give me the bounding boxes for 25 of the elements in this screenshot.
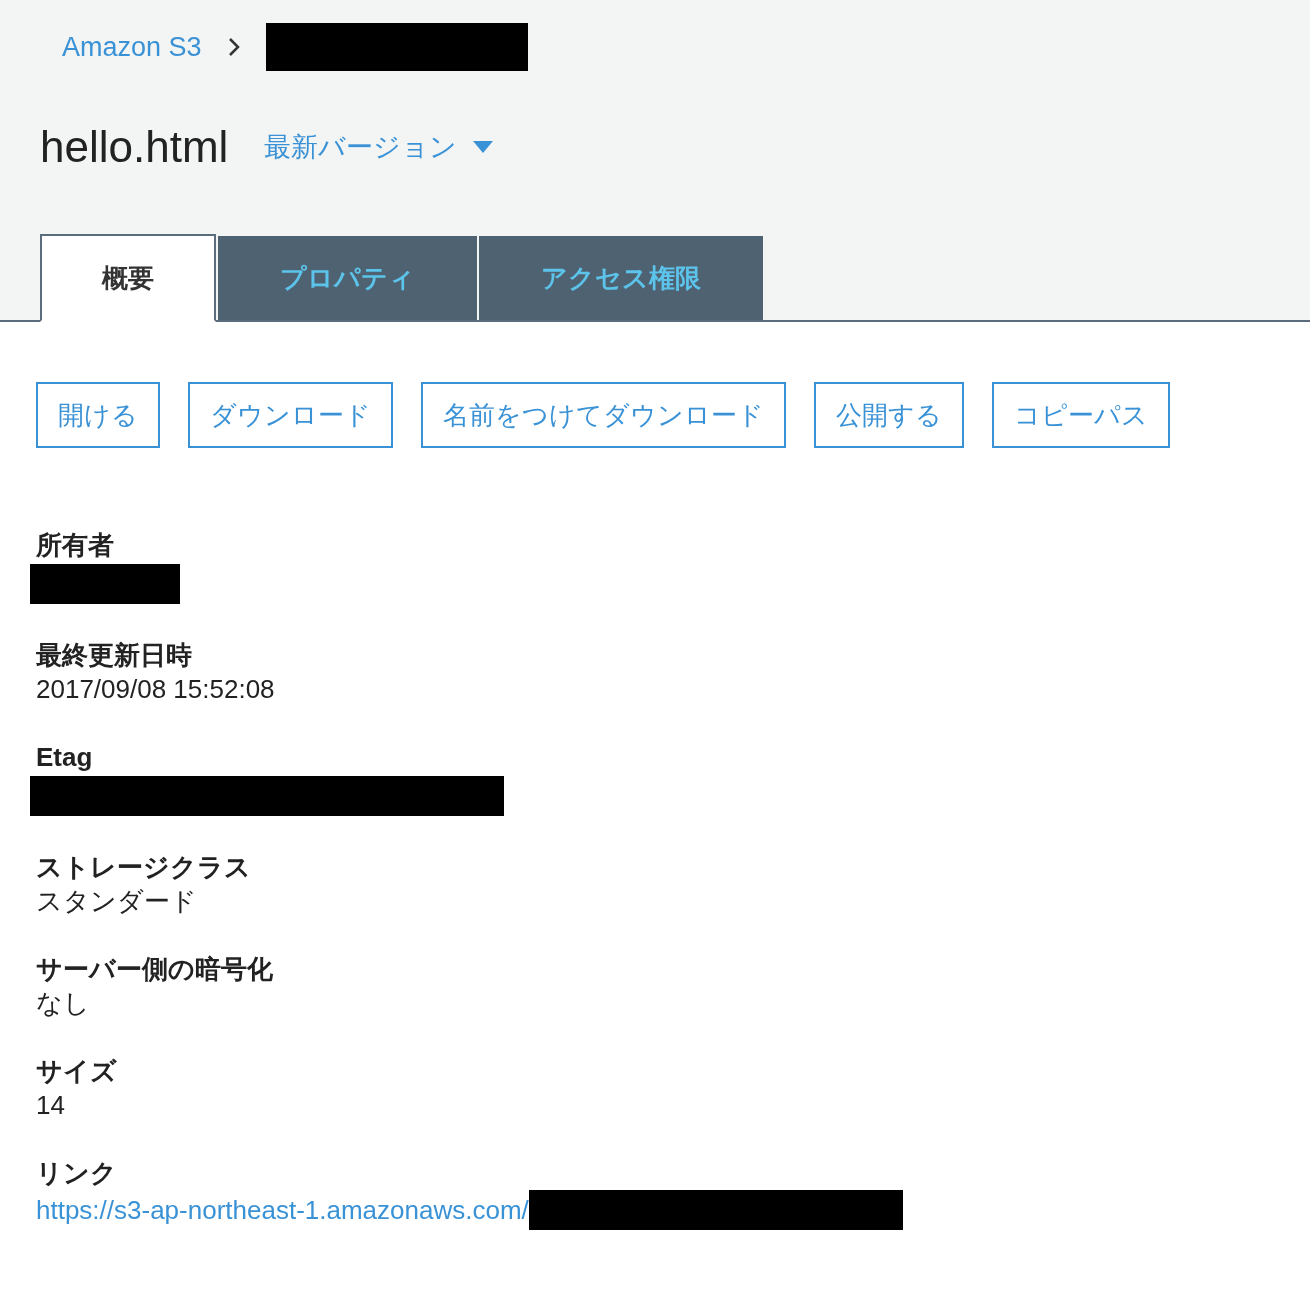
file-title: hello.html [40, 122, 229, 172]
field-label: リンク [36, 1157, 118, 1190]
tab[interactable]: アクセス権限 [479, 236, 763, 320]
chevron-right-icon [227, 37, 240, 57]
field-label: ストレージクラス [36, 851, 252, 884]
action-button[interactable]: 開ける [36, 382, 160, 448]
tab[interactable]: 概要 [40, 234, 216, 322]
version-dropdown[interactable]: 最新バージョン [264, 129, 494, 165]
breadcrumb-link[interactable]: Amazon S3 [62, 31, 202, 63]
object-url-link[interactable]: https://s3-ap-northeast-1.amazonaws.com/ [36, 1193, 529, 1227]
caret-down-icon [473, 141, 494, 153]
field-label: Etag [36, 741, 94, 774]
field-value: スタンダード [36, 885, 198, 918]
tab[interactable]: プロパティ [218, 236, 477, 320]
field-label: サイズ [36, 1055, 118, 1088]
action-button[interactable]: コピーパス [992, 382, 1170, 448]
action-button[interactable]: 公開する [814, 382, 964, 448]
action-button[interactable]: ダウンロード [188, 382, 393, 448]
field-value: 2017/09/08 15:52:08 [36, 673, 276, 706]
field-label: サーバー側の暗号化 [36, 953, 274, 986]
field-label: 最終更新日時 [36, 639, 193, 672]
action-button[interactable]: 名前をつけてダウンロード [421, 382, 786, 448]
field-value: 14 [36, 1089, 66, 1122]
field-label: 所有者 [36, 529, 115, 562]
field-value: なし [36, 987, 91, 1020]
